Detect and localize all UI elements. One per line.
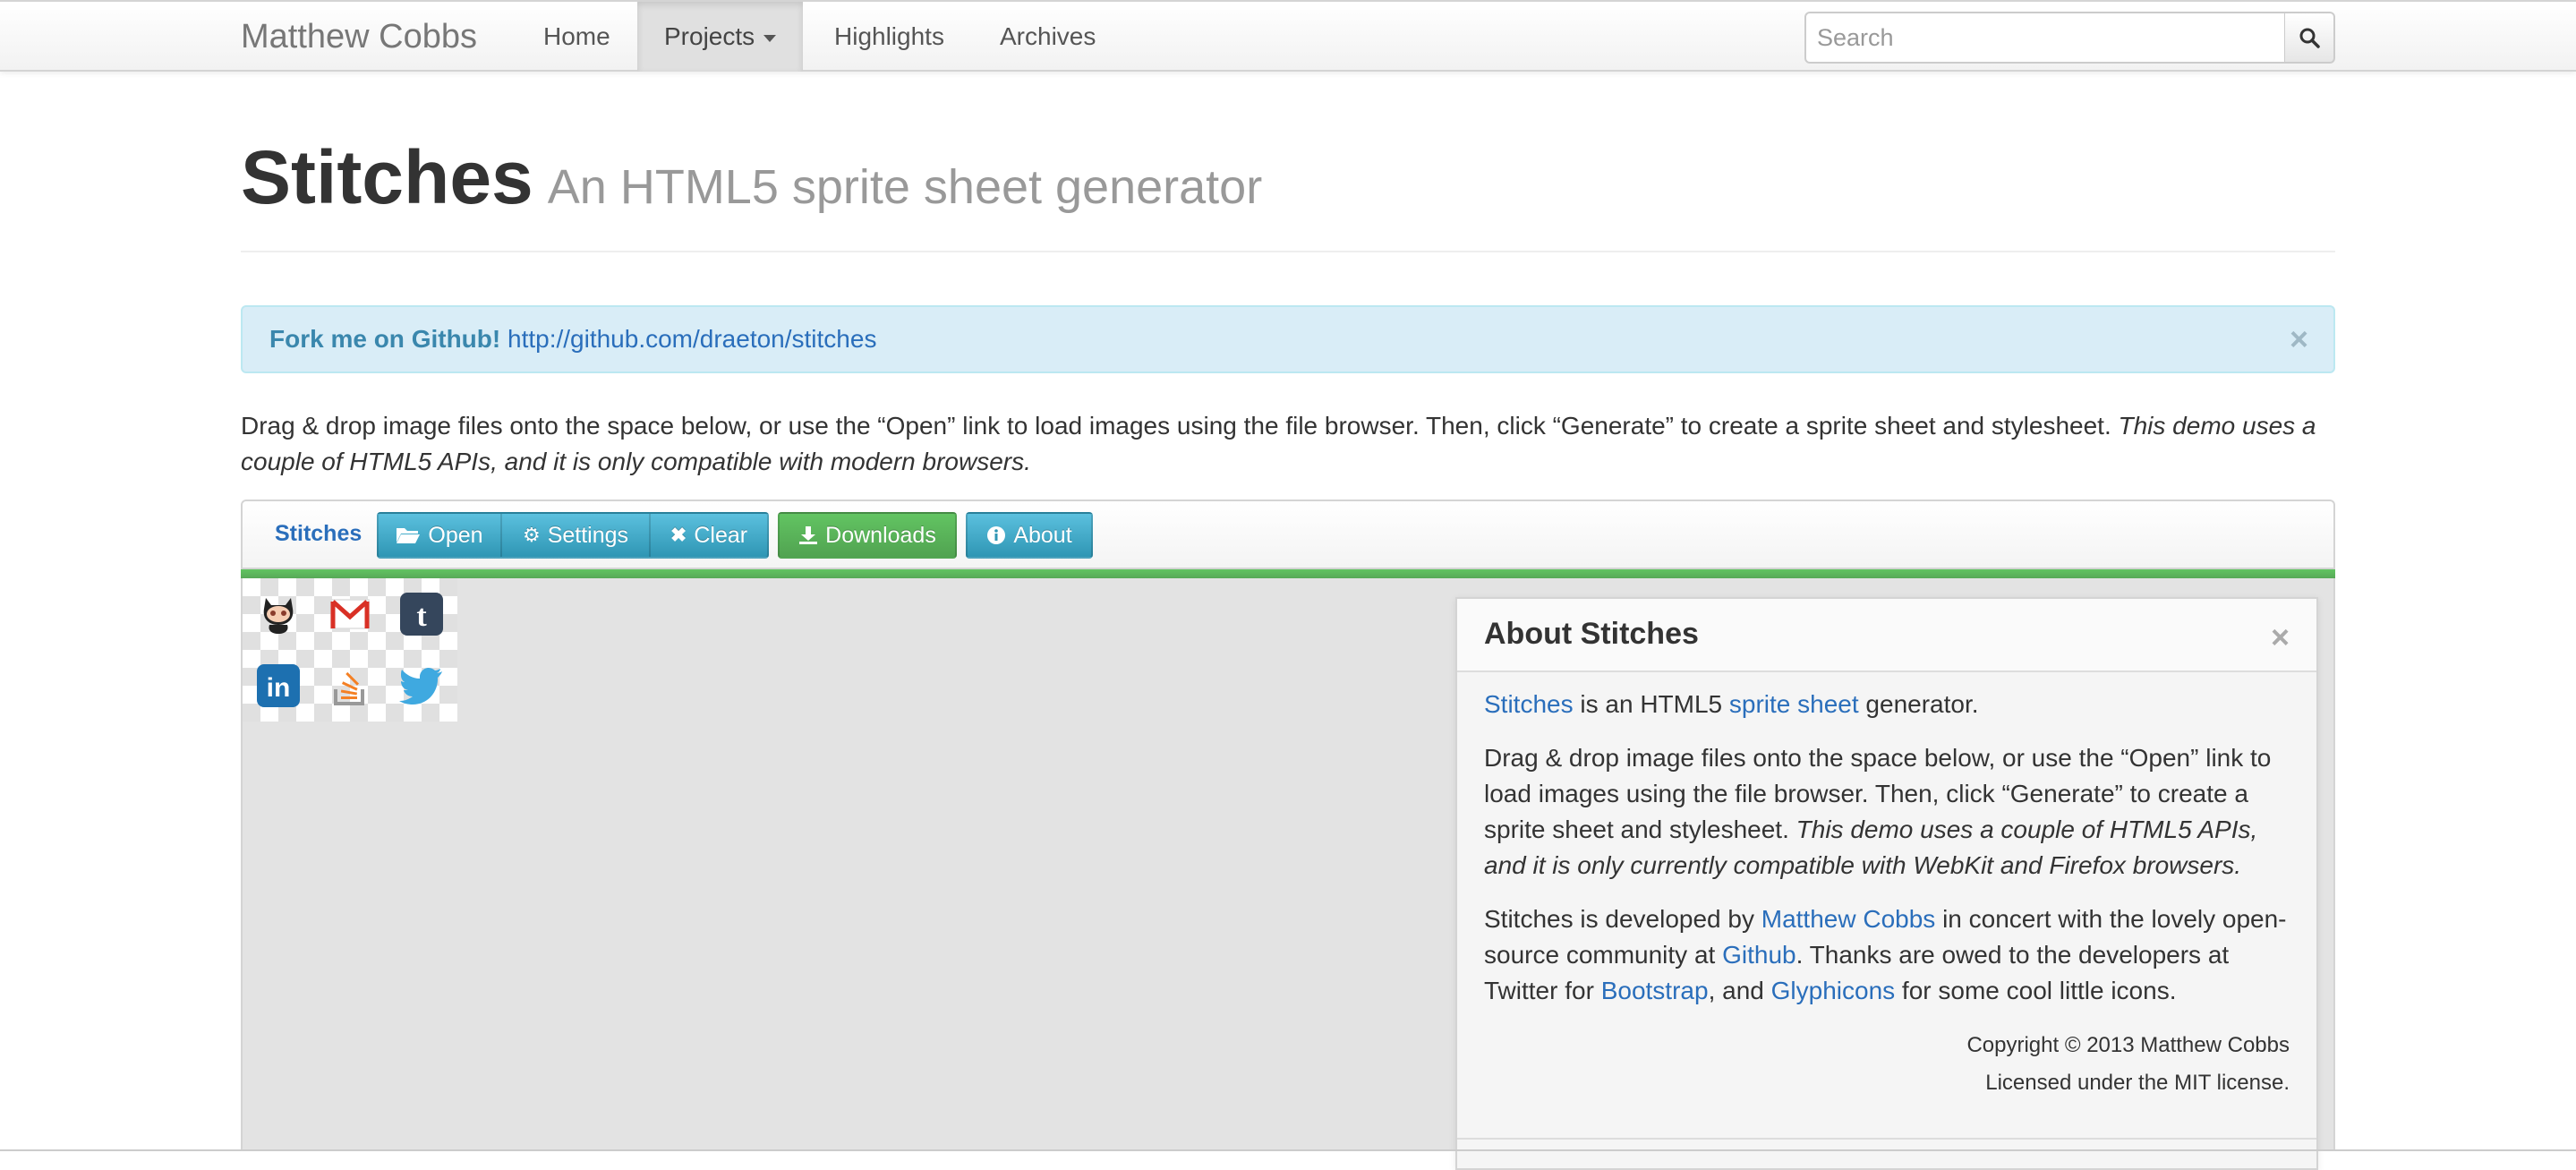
tumblr-icon: t xyxy=(400,593,443,636)
about-footer: Copyright © 2013 Matthew Cobbs Licensed … xyxy=(1484,1027,2290,1102)
about-p3-d: , and xyxy=(1708,977,1771,1004)
page-title: Stitches xyxy=(241,135,533,219)
about-divider xyxy=(1457,1138,2316,1140)
intro-main: Drag & drop image files onto the space b… xyxy=(241,412,2111,440)
sprite-gmail[interactable] xyxy=(314,578,386,650)
alert-bold-text: Fork me on Github! xyxy=(269,325,501,353)
sprite-sheet-link[interactable]: sprite sheet xyxy=(1729,690,1859,718)
downloads-label: Downloads xyxy=(825,522,936,548)
brand-link[interactable]: Matthew Cobbs xyxy=(241,18,477,56)
about-paragraph-2: Drag & drop image files onto the space b… xyxy=(1484,740,2290,884)
folder-open-icon xyxy=(397,528,421,543)
about-header: About Stitches × xyxy=(1457,599,2316,672)
gear-icon: ⚙ xyxy=(522,524,541,546)
clear-button[interactable]: ✖ Clear xyxy=(649,512,769,559)
search-button[interactable] xyxy=(2285,12,2335,64)
stitches-link[interactable]: Stitches xyxy=(1484,690,1574,718)
settings-label: Settings xyxy=(547,522,629,548)
github-octocat-icon xyxy=(263,598,294,634)
copyright-text: Copyright © 2013 Matthew Cobbs xyxy=(1966,1033,2290,1057)
navbar: Matthew Cobbs Home Projects Highlights A… xyxy=(0,0,2576,72)
intro-text: Drag & drop image files onto the space b… xyxy=(241,408,2340,480)
sprite-tumblr[interactable]: t xyxy=(386,578,457,650)
about-body: Stitches is an HTML5 sprite sheet genera… xyxy=(1457,672,2316,1102)
settings-button[interactable]: ⚙ Settings xyxy=(500,512,651,559)
nav-projects[interactable]: Projects xyxy=(637,2,804,72)
twitter-icon xyxy=(399,668,442,705)
about-p1-mid: is an HTML5 xyxy=(1573,690,1729,718)
github-alert: Fork me on Github! http://github.com/dra… xyxy=(241,305,2335,373)
github-community-link[interactable]: Github xyxy=(1722,941,1796,969)
page-subtitle: An HTML5 sprite sheet generator xyxy=(547,160,1263,214)
download-icon xyxy=(799,526,818,544)
about-p3-a: Stitches is developed by xyxy=(1484,905,1761,933)
sprite-stackoverflow[interactable] xyxy=(314,650,386,722)
about-paragraph-3: Stitches is developed by Matthew Cobbs i… xyxy=(1484,901,2290,1009)
about-button[interactable]: About xyxy=(966,512,1093,559)
stitches-toolbar: Stitches Open ⚙ Settings ✖ Clear Downloa… xyxy=(241,500,2335,569)
matthew-cobbs-link[interactable]: Matthew Cobbs xyxy=(1761,905,1936,933)
about-p1-end: generator. xyxy=(1858,690,1979,718)
x-icon: ✖ xyxy=(670,524,687,546)
about-p3-e: for some cool little icons. xyxy=(1895,977,2177,1004)
nav-home[interactable]: Home xyxy=(516,2,637,72)
search-icon xyxy=(2299,28,2320,48)
progress-bar xyxy=(241,569,2335,578)
svg-text:in: in xyxy=(267,673,291,703)
open-button[interactable]: Open xyxy=(377,512,502,559)
about-panel: About Stitches × Stitches is an HTML5 sp… xyxy=(1455,597,2318,1170)
nav-projects-label: Projects xyxy=(664,22,755,50)
caret-down-icon xyxy=(763,34,777,42)
about-title: About Stitches xyxy=(1484,617,1699,651)
bootstrap-link[interactable]: Bootstrap xyxy=(1601,977,1709,1004)
nav-highlights[interactable]: Highlights xyxy=(807,2,971,72)
sprite-github[interactable] xyxy=(243,578,314,650)
close-icon[interactable]: × xyxy=(2271,619,2290,656)
about-label: About xyxy=(1013,522,1072,548)
sprite-linkedin[interactable]: in xyxy=(243,650,314,722)
github-link[interactable]: http://github.com/draeton/stitches xyxy=(508,325,876,353)
clear-label: Clear xyxy=(694,522,748,548)
page-header: Stitches An HTML5 sprite sheet generator xyxy=(241,134,2335,252)
sprite-twitter[interactable] xyxy=(386,650,457,722)
open-label: Open xyxy=(428,522,483,548)
downloads-button[interactable]: Downloads xyxy=(778,512,957,559)
nav-archives[interactable]: Archives xyxy=(973,2,1122,72)
linkedin-icon: in xyxy=(257,664,300,707)
glyphicons-link[interactable]: Glyphicons xyxy=(1771,977,1896,1004)
gmail-icon xyxy=(330,599,370,629)
close-icon[interactable]: × xyxy=(2290,307,2308,371)
toolbar-brand[interactable]: Stitches xyxy=(275,521,362,547)
svg-text:t: t xyxy=(416,600,427,633)
info-icon xyxy=(987,526,1006,544)
stackoverflow-icon xyxy=(334,671,364,705)
license-text: Licensed under the MIT license. xyxy=(1985,1071,2290,1095)
about-paragraph-1: Stitches is an HTML5 sprite sheet genera… xyxy=(1484,687,2290,722)
search-input[interactable] xyxy=(1804,12,2286,64)
